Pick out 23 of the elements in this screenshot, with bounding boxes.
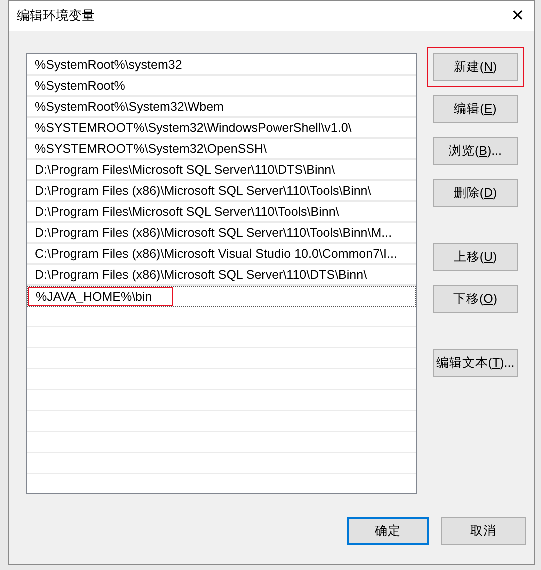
path-item[interactable]: %SystemRoot%\system32 <box>27 58 182 72</box>
dialog-button[interactable]: 取消 <box>441 517 526 545</box>
dialog-button[interactable]: 删除(D) <box>433 179 518 207</box>
path-item[interactable]: D:\Program Files (x86)\Microsoft SQL Server\110\Tools\Binn\M... <box>27 226 392 240</box>
dialog-button[interactable]: 下移(O) <box>433 285 518 313</box>
dialog-button[interactable]: 确定 <box>347 517 429 545</box>
path-item[interactable]: %SYSTEMROOT%\System32\OpenSSH\ <box>27 142 268 156</box>
path-item[interactable]: D:\Program Files\Microsoft SQL Server\110\Tools\Binn\ <box>27 205 340 219</box>
path-item[interactable]: D:\Program Files (x86)\Microsoft SQL Server\110\Tools\Binn\ <box>27 184 372 198</box>
window-title: 编辑环境变量 <box>17 7 95 25</box>
close-icon[interactable]: ✕ <box>502 1 534 31</box>
dialog-button[interactable]: 新建(N) <box>433 53 518 81</box>
path-input[interactable]: %JAVA_HOME%\bin <box>28 287 173 306</box>
path-item[interactable]: C:\Program Files (x86)\Microsoft Visual Studio 10.0\Common7\I... <box>27 247 398 261</box>
path-item[interactable]: %SystemRoot%\System32\Wbem <box>27 100 224 114</box>
path-item[interactable]: %SystemRoot% <box>27 79 126 93</box>
dialog-button[interactable]: 上移(U) <box>433 243 518 271</box>
path-item[interactable]: D:\Program Files (x86)\Microsoft SQL Server\110\DTS\Binn\ <box>27 268 368 282</box>
path-item[interactable]: D:\Program Files\Microsoft SQL Server\110\DTS\Binn\ <box>27 163 336 177</box>
dialog-button[interactable]: 浏览(B)... <box>433 137 518 165</box>
dialog-button[interactable]: 编辑(E) <box>433 95 518 123</box>
dialog-button[interactable]: 编辑文本(T)... <box>433 349 518 377</box>
path-item[interactable]: %SYSTEMROOT%\System32\WindowsPowerShell\v1.0\ <box>27 121 352 135</box>
